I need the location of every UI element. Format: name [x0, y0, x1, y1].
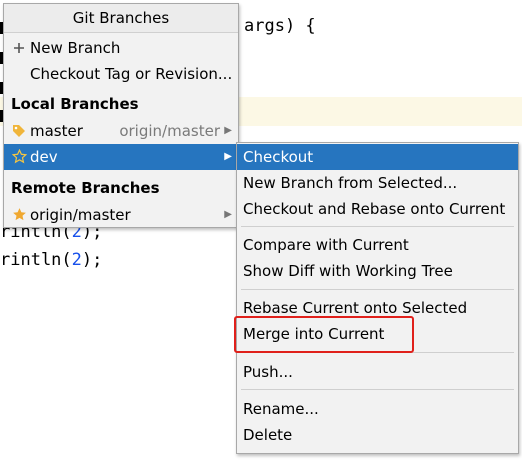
- star-outline-icon: [10, 144, 28, 170]
- git-branches-popup: Git Branches New Branch Checkout Tag or …: [3, 3, 239, 228]
- branch-item-master[interactable]: master origin/master ▶: [4, 118, 238, 144]
- compare-with-current-item[interactable]: Compare with Current: [237, 232, 518, 258]
- menu-separator: [241, 226, 514, 227]
- local-branches-header: Local Branches: [11, 95, 139, 113]
- checkout-rebase-item[interactable]: Checkout and Rebase onto Current: [237, 196, 518, 222]
- branch-name: origin/master: [30, 206, 131, 224]
- show-diff-item[interactable]: Show Diff with Working Tree: [237, 258, 518, 284]
- branch-name: master: [30, 122, 83, 140]
- popup-title: Git Branches: [4, 4, 238, 33]
- checkout-tag-label: Checkout Tag or Revision...: [30, 65, 233, 83]
- checkout-tag-item[interactable]: Checkout Tag or Revision...: [4, 61, 238, 87]
- tracking-branch: origin/master: [119, 122, 220, 140]
- branch-actions-submenu: Checkout New Branch from Selected... Che…: [236, 142, 519, 454]
- menu-separator: [241, 389, 514, 390]
- submenu-arrow-icon: ▶: [224, 209, 232, 220]
- merge-highlight-box: [234, 316, 414, 353]
- remote-branches-header: Remote Branches: [11, 179, 160, 197]
- branch-item-dev[interactable]: dev ▶: [4, 144, 238, 170]
- submenu-arrow-icon: ▶: [224, 125, 232, 136]
- branch-item-origin-master[interactable]: origin/master ▶: [4, 202, 238, 228]
- new-branch-item[interactable]: New Branch: [4, 35, 238, 61]
- new-branch-label: New Branch: [30, 39, 121, 57]
- rename-item[interactable]: Rename...: [237, 396, 518, 422]
- code-line-signature: args) {: [244, 16, 316, 36]
- submenu-arrow-icon: ▶: [224, 151, 232, 162]
- delete-item[interactable]: Delete: [237, 422, 518, 448]
- code-line-println-2: rintln(2);: [0, 250, 103, 270]
- new-branch-from-selected-item[interactable]: New Branch from Selected...: [237, 170, 518, 196]
- push-item[interactable]: Push...: [237, 359, 518, 385]
- star-filled-icon: [10, 202, 28, 228]
- plus-icon: [10, 35, 28, 61]
- tag-icon: [10, 118, 28, 144]
- menu-separator: [241, 289, 514, 290]
- checkout-item[interactable]: Checkout: [237, 144, 518, 170]
- branch-name: dev: [30, 148, 58, 166]
